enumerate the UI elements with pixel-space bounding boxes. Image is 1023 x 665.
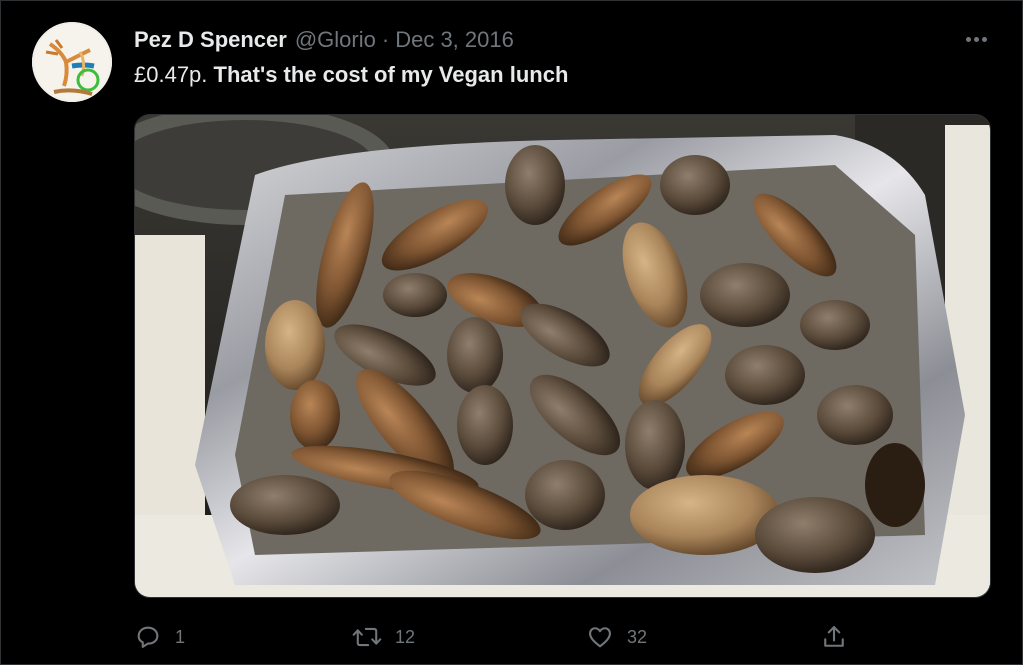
retweet-arrows-icon [352,627,382,647]
author-handle[interactable]: @Glorio [295,27,376,53]
more-icon[interactable] [960,29,992,49]
reply-count: 1 [175,626,186,647]
tweet-photo[interactable] [134,114,991,598]
heart-icon [589,627,611,648]
retweet-button[interactable]: 12 [352,619,415,655]
like-count: 32 [627,626,648,647]
more-dot [981,36,987,42]
tweet-header: Pez D Spencer @Glorio · Dec 3, 2016 [134,25,514,55]
tweet-actions: 1 12 32 [134,619,991,655]
share-button[interactable] [820,619,848,655]
like-button[interactable]: 32 [586,619,647,655]
retweet-count: 12 [395,626,416,647]
tweet-text: £0.47p. That's the cost of my Vegan lunc… [134,62,568,88]
speech-bubble-icon [137,626,159,648]
share-upload-icon [824,626,844,647]
reply-button[interactable]: 1 [134,619,185,655]
author-name[interactable]: Pez D Spencer [134,27,287,53]
tweet-text-prefix: £0.47p. [134,62,208,87]
avatar[interactable] [32,22,112,102]
more-dot [973,36,979,42]
separator-dot: · [381,27,390,52]
tweet-date[interactable]: Dec 3, 2016 [395,27,514,53]
more-dot [965,36,971,42]
tweet[interactable]: Pez D Spencer @Glorio · Dec 3, 2016 £0.4… [0,0,1023,665]
tweet-text-main: That's the cost of my Vegan lunch [213,62,569,87]
